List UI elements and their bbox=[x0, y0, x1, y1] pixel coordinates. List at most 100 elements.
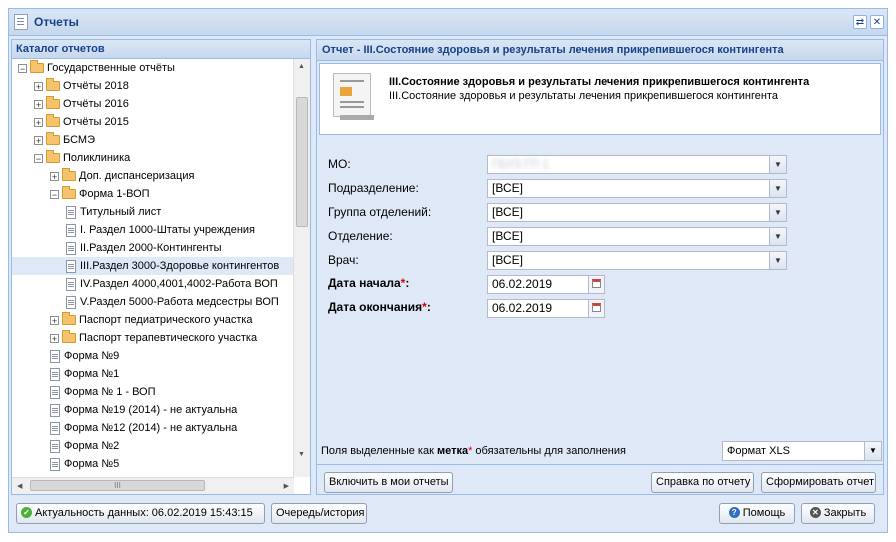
divider bbox=[317, 464, 883, 465]
tree-node-label: БСМЭ bbox=[63, 134, 95, 146]
scroll-up-icon[interactable]: ▲ bbox=[298, 63, 305, 70]
tree-node[interactable]: Форма №2 bbox=[12, 437, 119, 455]
tree-node[interactable]: − Поликлиника bbox=[12, 149, 130, 167]
report-panel: Отчет - III.Состояние здоровья и результ… bbox=[316, 39, 884, 495]
folder-icon bbox=[62, 330, 76, 344]
tree-node[interactable]: III.Раздел 3000-Здоровье контингентов bbox=[12, 257, 294, 275]
format-combobox[interactable]: Формат XLS ▼ bbox=[722, 441, 882, 461]
folder-icon bbox=[46, 78, 60, 92]
calendar-icon[interactable] bbox=[588, 300, 604, 317]
department-combobox[interactable]: [ВСЕ] ▼ bbox=[487, 227, 787, 246]
report-doc-icon bbox=[66, 205, 76, 219]
chevron-down-icon[interactable]: ▼ bbox=[769, 204, 786, 221]
help-button[interactable]: ? Помощь bbox=[719, 503, 795, 524]
catalog-vertical-scrollbar[interactable]: ▲ ▼ bbox=[293, 59, 310, 477]
tree-node[interactable]: + Отчёты 2015 bbox=[12, 113, 129, 131]
subdivision-value: [ВСЕ] bbox=[492, 181, 523, 195]
tree-node[interactable]: Форма № 1 - ВОП bbox=[12, 383, 156, 401]
tree-node[interactable]: Форма №12 (2014) - не актуальна bbox=[12, 419, 237, 437]
catalog-hscroll-thumb[interactable]: III bbox=[30, 480, 205, 491]
report-help-button[interactable]: Справка по отчету bbox=[651, 472, 754, 493]
chevron-down-icon[interactable]: ▼ bbox=[769, 252, 786, 269]
tree-node[interactable]: − Государственные отчёты bbox=[12, 59, 175, 77]
folder-icon bbox=[46, 132, 60, 146]
tree-node[interactable]: + Доп. диспансеризация bbox=[12, 167, 194, 185]
chevron-down-icon[interactable]: ▼ bbox=[769, 228, 786, 245]
report-doc-icon bbox=[50, 403, 60, 417]
tree-node[interactable]: Форма №5 bbox=[12, 455, 119, 473]
mo-combobox[interactable]: ГБУЗ ГП 1 ▼ bbox=[487, 155, 787, 174]
report-doc-icon bbox=[66, 259, 76, 273]
doctor-combobox[interactable]: [ВСЕ] ▼ bbox=[487, 251, 787, 270]
tree-node[interactable]: + Отчёты 2018 bbox=[12, 77, 129, 95]
tree-node[interactable]: + Паспорт педиатрического участка bbox=[12, 311, 253, 329]
expand-icon[interactable]: + bbox=[34, 117, 43, 127]
report-icon bbox=[333, 73, 374, 120]
report-subtitle: III.Состояние здоровья и результаты лече… bbox=[389, 90, 778, 102]
chevron-down-icon[interactable]: ▼ bbox=[864, 442, 881, 460]
catalog-horizontal-scrollbar[interactable]: ◀ III ▶ bbox=[12, 477, 294, 494]
refresh-icon[interactable]: ⇄ bbox=[853, 15, 867, 29]
window-titlebar: Отчеты ⇄ ✕ bbox=[9, 9, 887, 36]
tree-node-label: V.Раздел 5000-Работа медсестры ВОП bbox=[80, 296, 279, 308]
add-to-my-reports-button[interactable]: Включить в мои отчеты bbox=[324, 472, 453, 493]
scroll-right-icon[interactable]: ▶ bbox=[284, 482, 289, 490]
format-value: Формат XLS bbox=[727, 445, 790, 457]
required-mark: * bbox=[422, 300, 427, 314]
chevron-down-icon[interactable]: ▼ bbox=[769, 180, 786, 197]
collapse-icon[interactable]: − bbox=[34, 153, 43, 163]
date-end-value: 06.02.2019 bbox=[492, 301, 553, 315]
folder-icon bbox=[46, 96, 60, 110]
folder-open-icon bbox=[30, 60, 44, 74]
tree-node[interactable]: Форма №19 (2014) - не актуальна bbox=[12, 401, 237, 419]
tree-node[interactable]: − Форма 1-ВОП bbox=[12, 185, 150, 203]
data-freshness-button[interactable]: ✓ Актуальность данных: 06.02.2019 15:43:1… bbox=[16, 503, 265, 524]
subdivision-combobox[interactable]: [ВСЕ] ▼ bbox=[487, 179, 787, 198]
dept-group-combobox[interactable]: [ВСЕ] ▼ bbox=[487, 203, 787, 222]
tree-node[interactable]: II.Раздел 2000-Контингенты bbox=[12, 239, 221, 257]
tree-node[interactable]: + БСМЭ bbox=[12, 131, 95, 149]
collapse-icon[interactable]: − bbox=[50, 189, 59, 199]
collapse-icon[interactable]: − bbox=[18, 63, 27, 73]
report-doc-icon bbox=[50, 349, 60, 363]
tree-node[interactable]: V.Раздел 5000-Работа медсестры ВОП bbox=[12, 293, 279, 311]
close-button[interactable]: ✕ Закрыть bbox=[801, 503, 875, 524]
generate-report-button[interactable]: Сформировать отчет bbox=[761, 472, 876, 493]
report-doc-icon bbox=[66, 223, 76, 237]
tree-node[interactable]: Титульный лист bbox=[12, 203, 161, 221]
doctor-label: Врач: bbox=[328, 253, 359, 267]
expand-icon[interactable]: + bbox=[50, 333, 59, 343]
scroll-left-icon[interactable]: ◀ bbox=[17, 482, 22, 490]
required-mark: * bbox=[400, 276, 406, 290]
expand-icon[interactable]: + bbox=[50, 171, 59, 181]
expand-icon[interactable]: + bbox=[34, 99, 43, 109]
tree-node-label: II.Раздел 2000-Контингенты bbox=[80, 242, 222, 254]
tree-node[interactable]: + Паспорт терапевтического участка bbox=[12, 329, 257, 347]
tree-node[interactable]: Форма №1 bbox=[12, 365, 119, 383]
expand-icon[interactable]: + bbox=[34, 81, 43, 91]
tree-node-label: Государственные отчёты bbox=[47, 62, 175, 74]
tree-node-label: Паспорт педиатрического участка bbox=[79, 314, 253, 326]
date-end-field[interactable]: 06.02.2019 bbox=[487, 299, 605, 318]
date-start-field[interactable]: 06.02.2019 bbox=[487, 275, 605, 294]
expand-icon[interactable]: + bbox=[50, 315, 59, 325]
window-title: Отчеты bbox=[34, 15, 79, 29]
folder-icon bbox=[62, 168, 76, 182]
tree-node[interactable]: Форма №9 bbox=[12, 347, 119, 365]
tree-node[interactable]: I. Раздел 1000-Штаты учреждения bbox=[12, 221, 255, 239]
chevron-down-icon[interactable]: ▼ bbox=[769, 156, 786, 173]
date-start-value: 06.02.2019 bbox=[492, 277, 553, 291]
tree-node[interactable]: + Отчёты 2016 bbox=[12, 95, 129, 113]
expand-icon[interactable]: + bbox=[34, 135, 43, 145]
tree-node[interactable]: IV.Раздел 4000,4001,4002-Работа ВОП bbox=[12, 275, 278, 293]
folder-icon bbox=[62, 312, 76, 326]
close-window-icon[interactable]: ✕ bbox=[870, 15, 884, 29]
scroll-down-icon[interactable]: ▼ bbox=[298, 451, 305, 458]
folder-open-icon bbox=[62, 186, 76, 200]
catalog-tree: − Государственные отчёты + Отчёты 2018 + Отчё… bbox=[12, 59, 294, 477]
tree-node-label: Форма №5 bbox=[64, 458, 120, 470]
report-doc-icon bbox=[50, 457, 60, 471]
queue-history-button[interactable]: Очередь/история bbox=[271, 503, 367, 524]
catalog-scroll-thumb[interactable] bbox=[296, 97, 308, 227]
calendar-icon[interactable] bbox=[588, 276, 604, 293]
